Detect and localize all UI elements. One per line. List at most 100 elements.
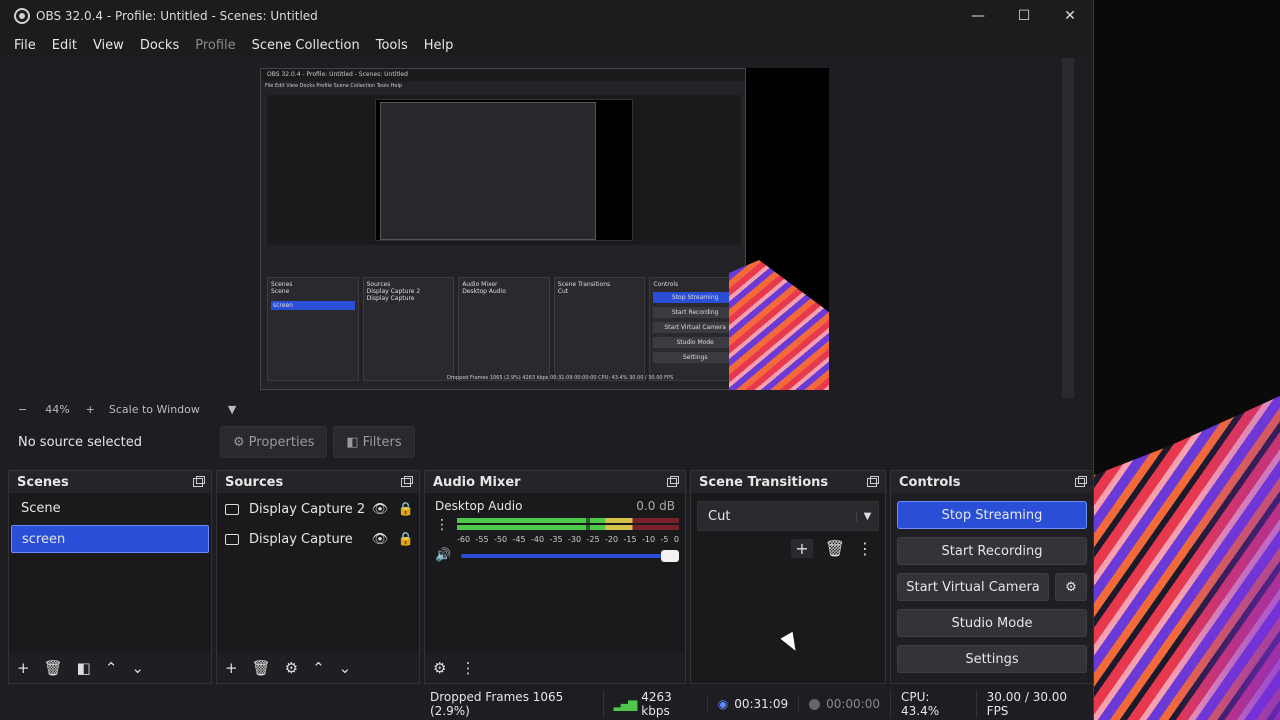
transitions-body: Cut ▼ + 🗑 ⋮	[691, 493, 885, 683]
stream-time-section: ◉ 00:31:09	[706, 697, 798, 711]
settings-button[interactable]: Settings	[897, 645, 1087, 673]
nested-mixer-dock: Audio Mixer Desktop Audio	[458, 277, 550, 381]
menu-docks[interactable]: Docks	[132, 38, 187, 53]
sources-toolbar: + 🗑 ⚙ ⌃ ⌄	[217, 653, 419, 683]
delete-source-icon[interactable]: 🗑	[252, 659, 271, 677]
record-icon	[809, 698, 821, 710]
menu-tools[interactable]: Tools	[368, 38, 416, 53]
more-icon[interactable]: ⋮	[435, 517, 449, 533]
more-icon[interactable]: ⋮	[460, 659, 475, 677]
meter-tick-label: -20	[605, 535, 619, 544]
mixer-toolbar: ⚙ ⋮	[425, 653, 685, 683]
move-up-icon[interactable]: ⌃	[312, 659, 325, 677]
desktop-wallpaper	[1094, 396, 1280, 720]
maximize-button[interactable]: ☐	[1001, 0, 1047, 32]
source-item[interactable]: Display Capture 2 👁 🔒	[217, 495, 419, 523]
start-recording-button[interactable]: Start Recording	[897, 537, 1087, 565]
zoom-out-button[interactable]: −	[18, 403, 27, 416]
close-button[interactable]: ✕	[1047, 0, 1093, 32]
undock-icon[interactable]	[1075, 475, 1087, 487]
audio-mixer-header: Audio Mixer	[425, 471, 685, 493]
transitions-header: Scene Transitions	[691, 471, 885, 493]
more-icon[interactable]: ⋮	[857, 539, 873, 558]
add-source-icon[interactable]: +	[225, 659, 238, 677]
filters-icon: ◧	[346, 434, 359, 450]
undock-icon[interactable]	[667, 475, 679, 487]
lock-icon[interactable]: 🔒	[393, 532, 419, 547]
scene-filters-icon[interactable]: ◧	[77, 659, 91, 677]
obs-logo-icon	[14, 8, 30, 24]
menu-profile[interactable]: Profile	[187, 38, 243, 53]
meter-tick-label: -25	[586, 535, 600, 544]
speaker-icon[interactable]: 🔊	[435, 548, 451, 563]
streaming-icon: ◉	[717, 697, 729, 711]
add-transition-icon[interactable]: +	[791, 539, 813, 558]
virtual-camera-settings-icon[interactable]: ⚙	[1055, 573, 1087, 601]
undock-icon[interactable]	[401, 475, 413, 487]
undock-icon[interactable]	[193, 475, 205, 487]
properties-bar: No source selected ⚙ Properties ◧ Filters	[10, 426, 1090, 458]
scene-item-selected[interactable]: screen	[11, 525, 209, 553]
chevron-down-icon[interactable]: ▼	[856, 510, 878, 522]
source-item[interactable]: Display Capture 👁 🔒	[217, 525, 419, 553]
scene-item[interactable]: Scene	[11, 495, 209, 523]
eye-icon[interactable]: 👁	[367, 532, 393, 547]
preview-scrollbar[interactable]	[1062, 58, 1074, 398]
add-scene-icon[interactable]: +	[17, 659, 30, 677]
properties-button[interactable]: ⚙ Properties	[220, 426, 328, 458]
undock-icon[interactable]	[867, 475, 879, 487]
channel-name: Desktop Audio	[435, 499, 523, 513]
menu-edit[interactable]: Edit	[44, 38, 85, 53]
move-down-icon[interactable]: ⌄	[339, 659, 352, 677]
filters-button[interactable]: ◧ Filters	[333, 426, 415, 458]
meter-tick-label: -10	[642, 535, 656, 544]
lock-icon[interactable]: 🔒	[393, 502, 419, 517]
scenes-header: Scenes	[9, 471, 211, 493]
scenes-dock: Scenes Scene screen + 🗑 ◧ ⌃ ⌄	[8, 470, 212, 684]
menu-help[interactable]: Help	[416, 38, 462, 53]
zoom-in-button[interactable]: +	[86, 403, 95, 416]
menu-view[interactable]: View	[85, 38, 132, 53]
volume-slider[interactable]	[461, 549, 679, 562]
eye-icon[interactable]: 👁	[367, 502, 393, 517]
controls-body: Stop Streaming Start Recording Start Vir…	[891, 493, 1093, 683]
zoom-level: 44%	[45, 402, 70, 416]
stop-streaming-button[interactable]: Stop Streaming	[897, 501, 1087, 529]
meter-tick-label: 0	[673, 535, 679, 544]
volume-slider-handle[interactable]	[661, 549, 679, 562]
sources-dock: Sources Display Capture 2 👁 🔒 Display Ca…	[216, 470, 420, 684]
sources-list: Display Capture 2 👁 🔒 Display Capture 👁 …	[217, 493, 419, 653]
move-up-icon[interactable]: ⌃	[105, 659, 118, 677]
studio-mode-button[interactable]: Studio Mode	[897, 609, 1087, 637]
nested-status: Dropped Frames 1065 (2.9%) 4263 kbps 00:…	[447, 375, 674, 381]
cpu-usage: CPU: 43.4%	[890, 690, 976, 718]
menu-file[interactable]: File	[6, 38, 44, 53]
meter-tick-label: -35	[549, 535, 563, 544]
minimize-button[interactable]: —	[955, 0, 1001, 32]
nested-sources-dock: Sources Display Capture 2 Display Capture	[362, 277, 455, 381]
monitor-icon	[225, 503, 239, 515]
meter-bar-right	[457, 525, 679, 530]
chevron-down-icon[interactable]: ▼	[228, 403, 236, 416]
docks-area: Scenes Scene screen + 🗑 ◧ ⌃ ⌄ Sources Di…	[8, 470, 1094, 684]
menu-scene-collection[interactable]: Scene Collection	[244, 38, 368, 53]
source-properties-icon[interactable]: ⚙	[285, 659, 298, 677]
title-bar: OBS 32.0.4 - Profile: Untitled - Scenes:…	[0, 0, 1093, 32]
meter-tick-label: -45	[512, 535, 526, 544]
meter-tick-label: -15	[623, 535, 637, 544]
scale-mode[interactable]: Scale to Window	[109, 403, 200, 416]
scenes-toolbar: + 🗑 ◧ ⌃ ⌄	[9, 653, 211, 683]
zoom-bar: − 44% + Scale to Window ▼	[10, 400, 1074, 418]
scenes-list: Scene screen	[9, 493, 211, 653]
move-down-icon[interactable]: ⌄	[131, 659, 144, 677]
sources-header: Sources	[217, 471, 419, 493]
preview-canvas[interactable]: OBS 32.0.4 - Profile: Untitled - Scenes:…	[260, 68, 829, 390]
mixer-settings-icon[interactable]: ⚙	[433, 659, 446, 677]
start-virtual-camera-button[interactable]: Start Virtual Camera	[897, 573, 1049, 601]
delete-scene-icon[interactable]: 🗑	[44, 659, 63, 677]
window-title: OBS 32.0.4 - Profile: Untitled - Scenes:…	[36, 9, 318, 23]
channel-db: 0.0 dB	[636, 499, 675, 513]
transition-select[interactable]: Cut ▼	[697, 501, 879, 531]
delete-transition-icon[interactable]: 🗑	[825, 539, 845, 558]
preview-area[interactable]: OBS 32.0.4 - Profile: Untitled - Scenes:…	[10, 58, 1074, 398]
